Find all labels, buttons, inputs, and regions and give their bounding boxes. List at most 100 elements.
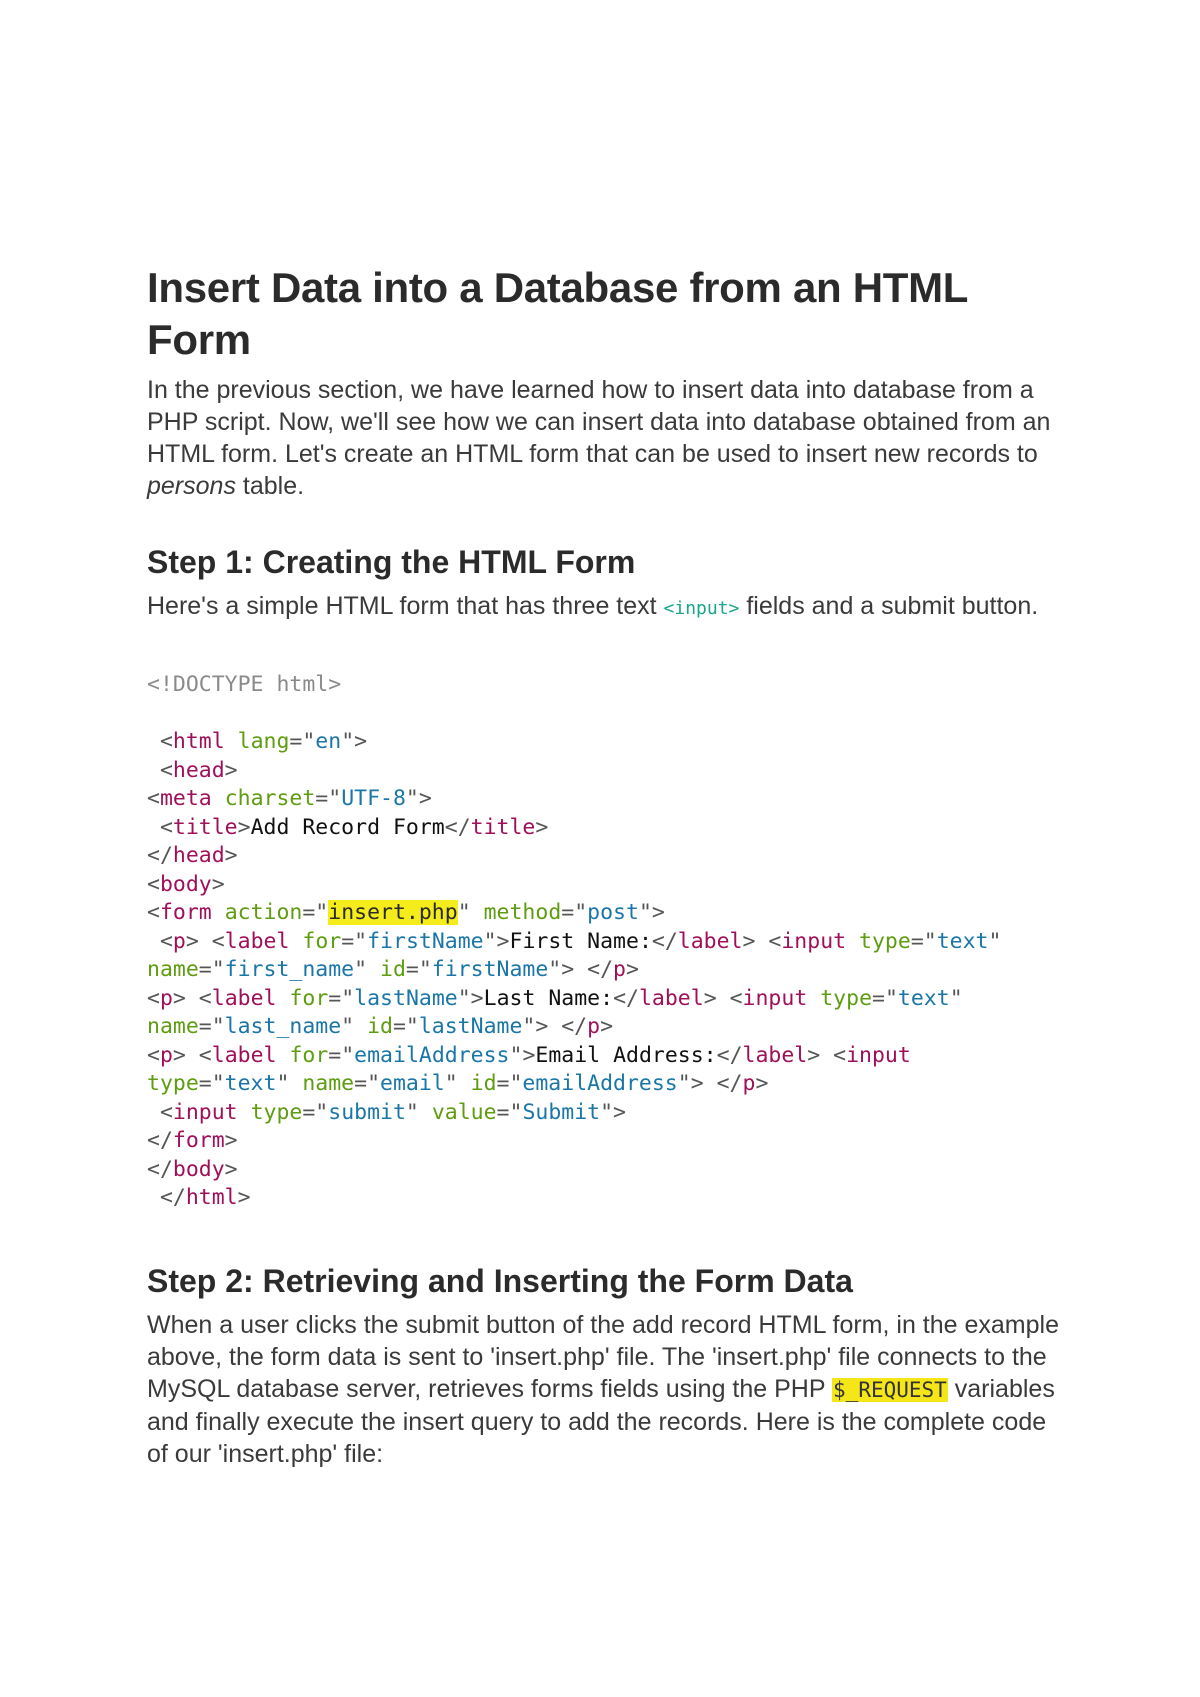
code-line: <p> <label for="lastName">Last Name:</la… (147, 985, 1067, 1014)
code-string: text (936, 928, 989, 954)
inline-code-input: <input> (663, 598, 740, 619)
code-string: firstName (367, 928, 484, 954)
code-line: <title>Add Record Form</title> (147, 814, 1067, 843)
code-line: <form action="insert.php" method="post"> (147, 899, 1067, 928)
code-punctuation: </ (147, 1156, 173, 1182)
code-punctuation: > < (742, 928, 782, 954)
code-punctuation: " (405, 1099, 432, 1125)
code-punctuation: < (147, 786, 160, 811)
code-punctuation: "> (457, 985, 484, 1011)
code-attribute: name (147, 957, 199, 982)
code-punctuation: =" (328, 1042, 355, 1068)
code-punctuation (212, 900, 225, 925)
code-tag: p (159, 1042, 173, 1068)
code-string: email (380, 1071, 445, 1096)
code-punctuation: =" (561, 900, 588, 925)
code-punctuation: > < (703, 985, 743, 1011)
code-tag: p (587, 1014, 601, 1039)
code-punctuation (276, 1043, 289, 1068)
code-line: <meta charset="UTF-8"> (147, 785, 1067, 814)
code-tag: p (742, 1071, 756, 1096)
code-tag: input (172, 1099, 238, 1125)
code-attribute: method (483, 900, 562, 925)
code-punctuation: =" (198, 957, 225, 982)
code-punctuation: =" (198, 1071, 225, 1096)
code-tag: title (172, 814, 238, 840)
code-tag: input (846, 1042, 911, 1068)
page-title: Insert Data into a Database from an HTML… (147, 264, 968, 363)
step1-text: Here's a simple HTML form that has three… (147, 592, 664, 620)
code-punctuation (807, 986, 820, 1011)
code-string: emailAddress (354, 1042, 510, 1068)
code-punctuation: </ (147, 1128, 173, 1153)
step2-heading: Step 2: Retrieving and Inserting the For… (147, 1262, 853, 1299)
code-tag: p (172, 928, 186, 954)
code-line: </html> (147, 1184, 1067, 1213)
code-tag: label (211, 1042, 277, 1068)
intro-paragraph: In the previous section, we have learned… (147, 374, 1067, 502)
code-line: <html lang="en"> (147, 728, 1067, 757)
intro-text-end: table. (235, 472, 305, 500)
code-attribute: for (289, 1042, 329, 1068)
code-punctuation: =" (198, 1014, 225, 1039)
code-punctuation: > (600, 1014, 614, 1039)
code-line: </body> (147, 1156, 1067, 1185)
code-punctuation: < (147, 900, 160, 925)
code-punctuation: " (276, 1071, 303, 1096)
code-text: First Name: (509, 928, 652, 954)
code-line: </head> (147, 842, 1067, 871)
code-tag: html (172, 729, 225, 754)
code-punctuation: < (147, 985, 160, 1011)
code-line: <head> (147, 757, 1067, 786)
code-punctuation: > (237, 1185, 251, 1210)
intro-text: In the previous section, we have learned… (147, 376, 1051, 468)
code-tag: head (172, 843, 225, 868)
code-punctuation: =" (302, 1099, 329, 1125)
code-tag: label (638, 985, 704, 1011)
code-punctuation: " (444, 1071, 471, 1096)
code-punctuation: =" (302, 900, 329, 925)
code-string: post (587, 900, 639, 925)
code-punctuation (212, 786, 225, 811)
code-attribute: type (859, 928, 911, 954)
code-string: UTF-8 (341, 786, 406, 811)
code-punctuation: =" (496, 1099, 523, 1125)
code-string: text (224, 1071, 277, 1096)
code-punctuation: > < (185, 928, 225, 954)
code-punctuation: =" (496, 1071, 523, 1096)
step1-heading: Step 1: Creating the HTML Form (147, 544, 636, 580)
code-string: firstName (431, 957, 549, 982)
code-punctuation: > (224, 843, 238, 868)
code-punctuation: > < (172, 1042, 212, 1068)
code-tag: label (742, 1042, 808, 1068)
article: Insert Data into a Database from an HTML… (147, 262, 1067, 1470)
code-attribute: charset (224, 786, 316, 811)
code-punctuation: "> (638, 900, 665, 925)
code-punctuation: > (224, 1156, 238, 1182)
code-line: </form> (147, 1127, 1067, 1156)
step2-paragraph: When a user clicks the submit button of … (147, 1309, 1067, 1470)
code-punctuation: > (625, 957, 639, 982)
code-punctuation: </ (651, 928, 678, 954)
code-attribute: lang (237, 729, 290, 754)
code-punctuation: " (949, 985, 963, 1011)
code-punctuation: " (457, 900, 484, 925)
code-punctuation: "> </ (677, 1071, 743, 1096)
code-line: name="last_name" id="lastName"> </p> (147, 1013, 1067, 1042)
code-line: <p> <label for="emailAddress">Email Addr… (147, 1042, 1067, 1071)
code-tag: p (613, 957, 626, 982)
code-attribute: type (250, 1099, 303, 1125)
code-punctuation: =" (392, 1014, 419, 1039)
code-punctuation: < (147, 757, 173, 783)
code-attribute: for (289, 985, 329, 1011)
code-punctuation: > < (807, 1042, 847, 1068)
code-punctuation: < (147, 928, 173, 954)
code-punctuation (846, 929, 859, 954)
code-punctuation (238, 1100, 251, 1125)
code-punctuation: "> (341, 729, 368, 754)
code-tag: head (172, 757, 225, 783)
code-tag: label (211, 985, 277, 1011)
code-punctuation: > (237, 814, 251, 840)
code-punctuation: < (147, 871, 160, 897)
code-line: <input type="submit" value="Submit"> (147, 1099, 1067, 1128)
